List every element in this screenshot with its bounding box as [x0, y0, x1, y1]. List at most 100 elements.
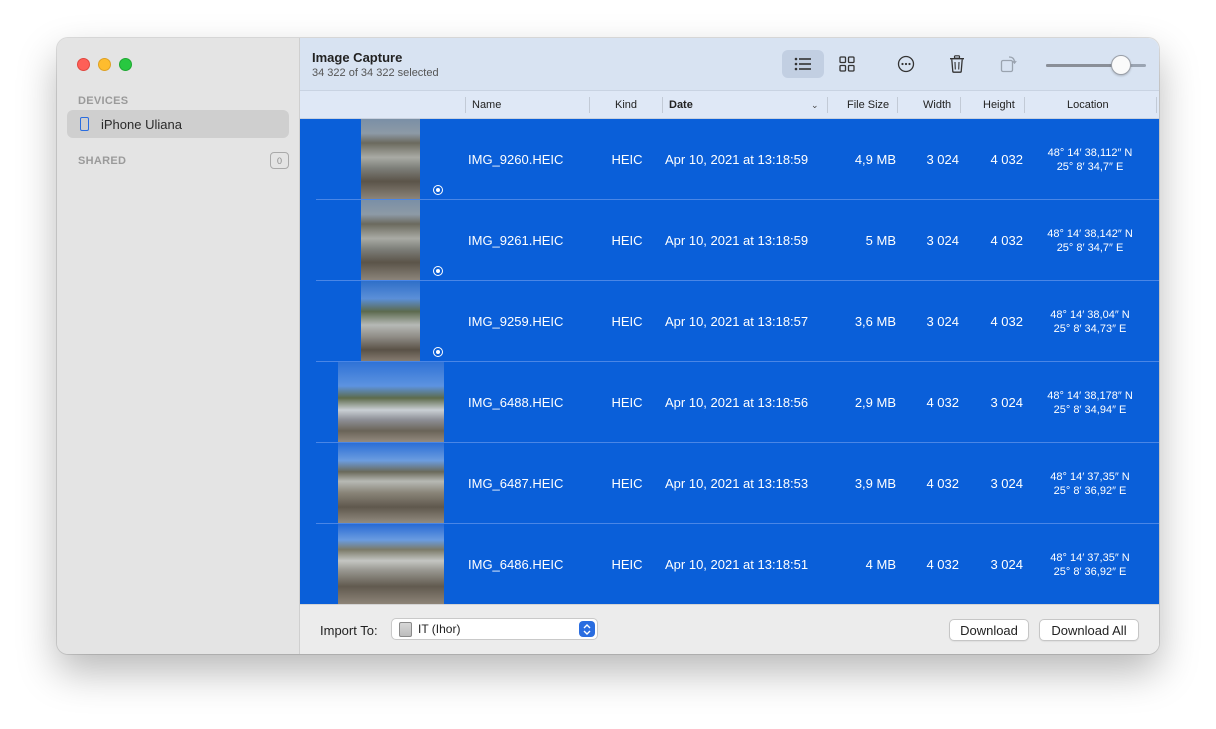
location-longitude: 25° 8′ 34,7″ E [1056, 241, 1124, 254]
location-latitude: 48° 14′ 37,35″ N [1050, 470, 1130, 483]
cell-height: 4 032 [990, 314, 1023, 329]
cell-location: 48° 14′ 38,112″ N 25° 8′ 34,7″ E [1028, 119, 1152, 200]
import-destination-select[interactable]: IT (Ihor) [391, 618, 598, 640]
slider-fill [1046, 64, 1121, 67]
live-photo-icon [433, 185, 443, 195]
cell-name: IMG_6488.HEIC [468, 395, 564, 410]
grid-view-button[interactable] [826, 50, 868, 78]
shared-heading: SHARED [78, 155, 127, 167]
cell-width: 4 032 [926, 476, 959, 491]
column-header-name[interactable]: Name [472, 91, 501, 119]
list-view-button[interactable] [782, 50, 824, 78]
column-separator [589, 97, 590, 113]
photo-thumbnail [338, 362, 444, 442]
photo-thumbnail [361, 119, 420, 199]
column-separator [960, 97, 961, 113]
cell-file-size: 4 MB [865, 557, 896, 572]
table-row[interactable]: IMG_6487.HEIC HEIC Apr 10, 2021 at 13:18… [316, 443, 1159, 524]
zoom-button[interactable] [119, 58, 132, 71]
table-row[interactable]: IMG_9261.HEIC HEIC Apr 10, 2021 at 13:18… [316, 200, 1159, 281]
location-longitude: 25° 8′ 36,92″ E [1053, 484, 1127, 497]
cell-file-size: 4,9 MB [854, 152, 896, 167]
bottom-bar: Import To: IT (Ihor) Download Download A… [300, 604, 1159, 654]
cell-file-size: 5 MB [865, 233, 896, 248]
live-photo-icon [433, 266, 443, 276]
select-stepper-icon[interactable] [579, 621, 595, 637]
location-latitude: 48° 14′ 37,35″ N [1050, 551, 1130, 564]
photo-thumbnail [361, 200, 420, 280]
photo-thumbnail [338, 524, 444, 604]
cell-name: IMG_9259.HEIC [468, 314, 564, 329]
thumbnail-size-slider[interactable] [1046, 55, 1146, 75]
traffic-lights [77, 58, 132, 71]
cell-name: IMG_6487.HEIC [468, 476, 564, 491]
photo-thumbnail [338, 443, 444, 523]
location-latitude: 48° 14′ 38,112″ N [1047, 146, 1133, 159]
cell-location: 48° 14′ 37,35″ N 25° 8′ 36,92″ E [1028, 443, 1152, 524]
column-separator [662, 97, 663, 113]
rotate-button[interactable] [988, 50, 1030, 78]
cell-kind: HEIC [611, 395, 643, 410]
delete-button[interactable] [936, 50, 978, 78]
sort-chevron-icon[interactable]: ⌄ [811, 91, 819, 119]
window-title: Image Capture [312, 50, 403, 65]
more-options-icon [897, 55, 915, 73]
main-pane: Image Capture 34 322 of 34 322 selected [300, 38, 1159, 654]
cell-date: Apr 10, 2021 at 13:18:59 [665, 233, 809, 248]
table-row[interactable]: IMG_9259.HEIC HEIC Apr 10, 2021 at 13:18… [316, 281, 1159, 362]
column-header-width[interactable]: Width [923, 91, 951, 119]
location-longitude: 25° 8′ 34,73″ E [1053, 322, 1127, 335]
disk-icon [399, 621, 412, 637]
devices-heading: DEVICES [78, 95, 129, 107]
cell-height: 3 024 [990, 476, 1023, 491]
cell-kind: HEIC [611, 557, 643, 572]
rotate-icon [1000, 56, 1017, 73]
location-latitude: 48° 14′ 38,04″ N [1050, 308, 1130, 321]
cell-date: Apr 10, 2021 at 13:18:57 [665, 314, 809, 329]
photo-thumbnail [361, 281, 420, 361]
slider-knob[interactable] [1111, 55, 1131, 75]
column-header-date[interactable]: Date [669, 91, 693, 119]
sidebar: DEVICES iPhone Uliana SHARED 0 [57, 38, 300, 654]
column-header-height[interactable]: Height [983, 91, 1015, 119]
live-photo-icon [433, 347, 443, 357]
iphone-icon [80, 117, 89, 131]
cell-width: 4 032 [926, 557, 959, 572]
cell-file-size: 3,6 MB [854, 314, 896, 329]
minimize-button[interactable] [98, 58, 111, 71]
column-separator [827, 97, 828, 113]
download-button[interactable]: Download [949, 619, 1029, 641]
cell-height: 4 032 [990, 152, 1023, 167]
table-row[interactable]: IMG_9260.HEIC HEIC Apr 10, 2021 at 13:18… [316, 119, 1159, 200]
cell-width: 3 024 [926, 314, 959, 329]
cell-file-size: 2,9 MB [854, 395, 896, 410]
cell-height: 3 024 [990, 395, 1023, 410]
sidebar-item-iphone[interactable]: iPhone Uliana [67, 110, 289, 138]
close-button[interactable] [77, 58, 90, 71]
cell-date: Apr 10, 2021 at 13:18:51 [665, 557, 809, 572]
column-separator [897, 97, 898, 113]
more-options-button[interactable] [885, 50, 927, 78]
location-longitude: 25° 8′ 34,94″ E [1053, 403, 1127, 416]
cell-kind: HEIC [611, 476, 643, 491]
cell-location: 48° 14′ 37,35″ N 25° 8′ 36,92″ E [1028, 524, 1152, 604]
table-row[interactable]: IMG_6486.HEIC HEIC Apr 10, 2021 at 13:18… [316, 524, 1159, 604]
cell-location: 48° 14′ 38,178″ N 25° 8′ 34,94″ E [1028, 362, 1152, 443]
cell-kind: HEIC [611, 152, 643, 167]
cell-file-size: 3,9 MB [854, 476, 896, 491]
table-row[interactable]: IMG_6488.HEIC HEIC Apr 10, 2021 at 13:18… [316, 362, 1159, 443]
cell-kind: HEIC [611, 233, 643, 248]
list-view-icon [794, 57, 811, 71]
column-header-kind[interactable]: Kind [615, 91, 637, 119]
location-latitude: 48° 14′ 38,178″ N [1047, 389, 1133, 402]
cell-name: IMG_9261.HEIC [468, 233, 564, 248]
column-header-location[interactable]: Location [1067, 91, 1109, 119]
sidebar-item-label: iPhone Uliana [101, 116, 182, 132]
cell-location: 48° 14′ 38,142″ N 25° 8′ 34,7″ E [1028, 200, 1152, 281]
column-separator [1024, 97, 1025, 113]
column-header-file-size[interactable]: File Size [847, 91, 889, 119]
toolbar: Image Capture 34 322 of 34 322 selected [300, 38, 1159, 91]
cell-location: 48° 14′ 38,04″ N 25° 8′ 34,73″ E [1028, 281, 1152, 362]
table-header: Name Kind Date ⌄ File Size Width Height … [300, 91, 1159, 119]
download-all-button[interactable]: Download All [1039, 619, 1139, 641]
